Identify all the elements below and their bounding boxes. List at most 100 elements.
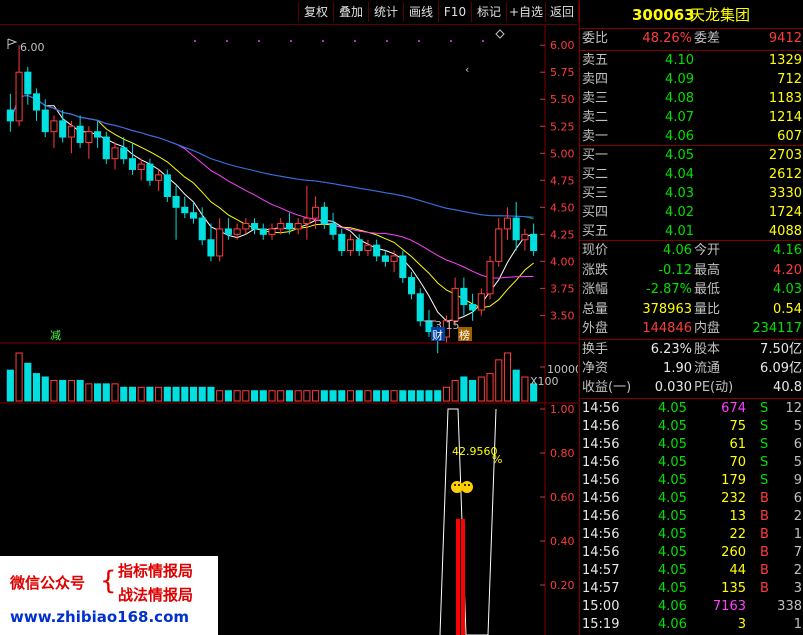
candle[interactable] xyxy=(416,288,424,327)
tick-row[interactable]: 14:56 4.05 22 B 1 xyxy=(580,526,803,544)
bid-row[interactable]: 买二 4.04 2612 xyxy=(580,166,803,184)
candle[interactable] xyxy=(216,218,224,262)
candle[interactable] xyxy=(477,288,485,316)
tick-time: 14:56 xyxy=(582,473,620,488)
tick-row[interactable]: 14:56 4.05 75 S 5 xyxy=(580,418,803,436)
tick-row[interactable]: 14:56 4.05 260 B 7 xyxy=(580,544,803,562)
stats-row: 净资 1.90 流通 6.09亿 xyxy=(580,360,803,378)
candle[interactable] xyxy=(294,218,302,235)
candle[interactable] xyxy=(67,120,75,154)
candle[interactable] xyxy=(6,93,14,132)
bid-row[interactable]: 买三 4.03 3330 xyxy=(580,185,803,203)
candle[interactable] xyxy=(329,212,337,240)
tick-row[interactable]: 14:56 4.05 13 B 2 xyxy=(580,508,803,526)
candle[interactable] xyxy=(24,66,32,105)
candle[interactable] xyxy=(320,201,328,229)
volume-bar xyxy=(434,390,442,402)
stats-value: 7.50亿 xyxy=(760,342,802,357)
tick-row[interactable]: 14:57 4.05 44 B 2 xyxy=(580,562,803,580)
candle[interactable] xyxy=(486,255,494,300)
tick-row[interactable]: 15:00 4.06 7163 338 xyxy=(580,598,803,616)
marker-bang[interactable]: 榜 xyxy=(459,328,470,342)
candle[interactable] xyxy=(495,218,503,267)
ask-row[interactable]: 卖四 4.09 712 xyxy=(580,71,803,89)
ask-row[interactable]: 卖一 4.06 607 xyxy=(580,128,803,146)
toolbar-button-draw[interactable]: 画线 xyxy=(403,2,438,22)
candle[interactable] xyxy=(373,239,381,262)
candle[interactable] xyxy=(242,218,250,235)
candle[interactable] xyxy=(94,120,102,148)
quote-label: 最高 xyxy=(694,262,721,278)
candle[interactable] xyxy=(163,169,171,202)
candle[interactable] xyxy=(85,126,93,159)
candle[interactable] xyxy=(198,207,206,246)
candle[interactable] xyxy=(181,196,189,219)
chart-area[interactable]: 6.00 5.75 5.50 5.25 5.00 4.75 4.50 4.25 4.00 3.75… xyxy=(0,25,578,635)
candle[interactable] xyxy=(76,115,84,148)
candle[interactable] xyxy=(530,223,538,256)
tick-row[interactable]: 14:56 4.05 70 S 5 xyxy=(580,454,803,472)
candle[interactable] xyxy=(407,272,416,300)
candle[interactable] xyxy=(346,234,355,256)
candle[interactable] xyxy=(155,169,163,192)
marker-cai[interactable]: 财 xyxy=(432,328,443,342)
tick-row[interactable]: 14:56 4.05 674 S 12 xyxy=(580,400,803,418)
candle[interactable] xyxy=(102,131,110,165)
candle[interactable] xyxy=(41,99,49,138)
stock-name: 天龙集团 xyxy=(690,6,751,24)
candle[interactable] xyxy=(32,88,41,121)
candle[interactable] xyxy=(207,223,215,262)
candle[interactable] xyxy=(364,239,372,256)
tick-price: 4.05 xyxy=(658,509,687,524)
bid-row[interactable]: 买四 4.02 1724 xyxy=(580,204,803,222)
toolbar-button-stats[interactable]: 统计 xyxy=(368,2,403,22)
candle[interactable] xyxy=(120,137,128,165)
candle[interactable] xyxy=(503,207,512,240)
candle[interactable] xyxy=(521,228,529,251)
diamond-icon[interactable] xyxy=(495,29,505,39)
tick-row[interactable]: 14:56 4.05 61 S 6 xyxy=(580,436,803,454)
ask-row[interactable]: 卖三 4.08 1183 xyxy=(580,90,803,108)
candle[interactable] xyxy=(15,45,23,127)
price-grid xyxy=(194,40,484,42)
candle[interactable] xyxy=(259,223,267,240)
candle[interactable] xyxy=(303,185,311,240)
candle[interactable] xyxy=(399,250,407,283)
candle[interactable] xyxy=(512,201,520,251)
candle[interactable] xyxy=(137,158,145,181)
toolbar-button-overlay[interactable]: 叠加 xyxy=(333,2,368,22)
toolbar-button-back[interactable]: 返回 xyxy=(545,2,579,22)
candle[interactable] xyxy=(381,250,389,267)
candle[interactable] xyxy=(338,228,346,256)
candle[interactable] xyxy=(277,218,285,235)
quote-row: 涨幅 -2.87% 最低 4.03 xyxy=(580,281,803,299)
candle[interactable] xyxy=(172,185,180,240)
bid-row[interactable]: 买一 4.05 2703 xyxy=(580,147,803,165)
candle[interactable] xyxy=(268,223,276,240)
ask-row[interactable]: 卖五 4.10 1329 xyxy=(580,52,803,70)
candle[interactable] xyxy=(390,250,398,273)
tick-price: 4.05 xyxy=(658,455,687,470)
candle[interactable] xyxy=(251,218,259,235)
candle[interactable] xyxy=(460,277,468,316)
toolbar-button-add-watchlist[interactable]: +自选 xyxy=(506,2,545,22)
bid-label: 买一 xyxy=(582,148,609,163)
tick-price: 4.05 xyxy=(658,437,687,452)
candle[interactable] xyxy=(469,293,477,321)
toolbar-button-mark[interactable]: 标记 xyxy=(471,2,506,22)
toolbar-button-f10[interactable]: F10 xyxy=(438,2,471,22)
ask-row[interactable]: 卖二 4.07 1214 xyxy=(580,109,803,127)
toolbar-button-adjust[interactable]: 复权 xyxy=(298,2,333,22)
bid-volume: 2703 xyxy=(768,148,802,163)
tick-row[interactable]: 14:56 4.05 232 B 6 xyxy=(580,490,803,508)
marker-jian[interactable]: 减 xyxy=(50,329,61,342)
bid-row[interactable]: 买五 4.01 4088 xyxy=(580,223,803,241)
tick-row[interactable]: 15:19 4.06 3 1 xyxy=(580,616,803,634)
candle[interactable] xyxy=(224,218,232,240)
candle[interactable] xyxy=(128,142,137,175)
candle[interactable] xyxy=(111,142,119,170)
volume-bars xyxy=(6,352,538,402)
candle[interactable] xyxy=(50,115,58,148)
tick-row[interactable]: 14:56 4.05 179 S 9 xyxy=(580,472,803,490)
tick-row[interactable]: 14:57 4.05 135 B 3 xyxy=(580,580,803,598)
